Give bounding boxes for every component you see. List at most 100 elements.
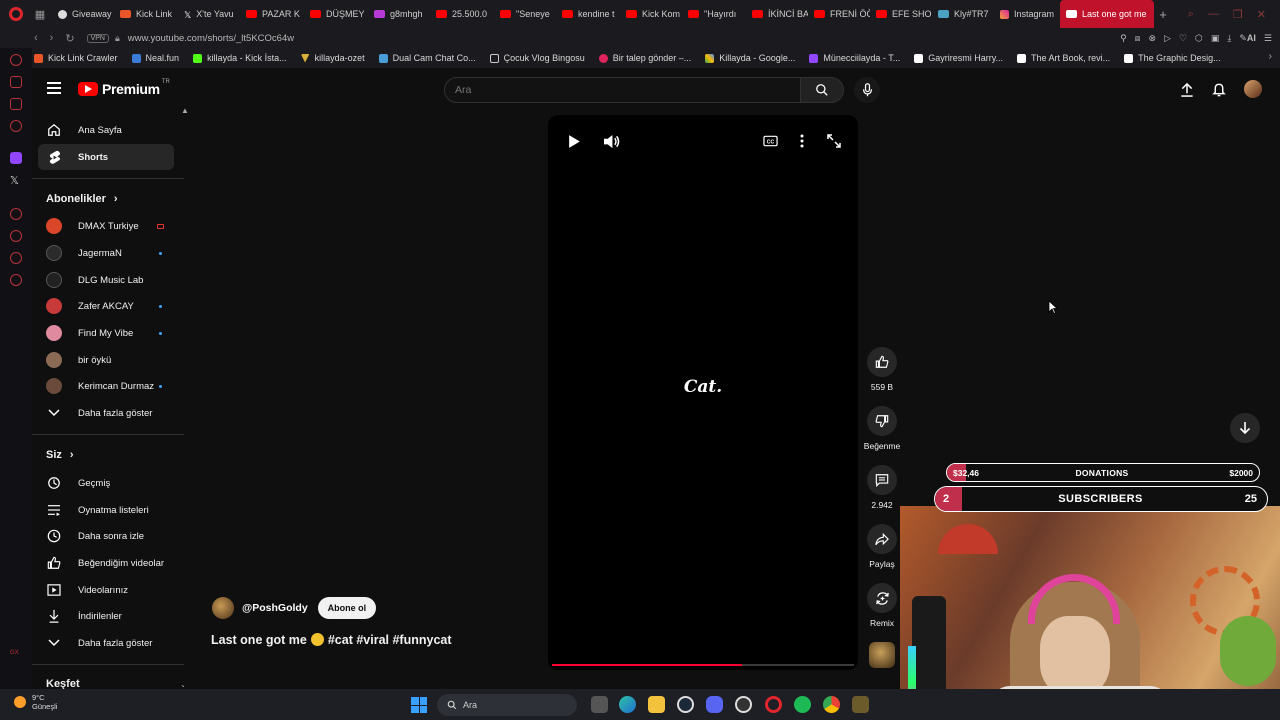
upload-icon[interactable] [1180, 82, 1194, 97]
sidebar-app-icon[interactable] [10, 252, 22, 264]
bookmarks-overflow-icon[interactable]: › [1269, 51, 1272, 62]
forward-icon[interactable]: › [50, 32, 54, 45]
discord-icon[interactable] [706, 696, 723, 713]
browser-tab[interactable]: 𝕏 X'te Yavu [178, 0, 240, 28]
browser-tab[interactable]: FRENİ ÖĞ [808, 0, 870, 28]
sidebar-item-home[interactable]: Ana Sayfa [38, 117, 174, 143]
sound-thumbnail[interactable] [869, 642, 895, 668]
sidebar-item-your-videos[interactable]: Videolarınız [38, 577, 174, 603]
sidebar-channel-dmax[interactable]: DMAX Turkiye [38, 213, 174, 239]
bookmark-item[interactable]: Killayda - Google... [705, 53, 795, 63]
sidebar-item-downloads[interactable]: İndirilenler [38, 603, 174, 629]
more-options-button[interactable] [792, 132, 812, 150]
voice-search-button[interactable] [854, 77, 880, 103]
sidebar-item-liked-videos[interactable]: Beğendiğim videolar [38, 550, 174, 576]
comments-button[interactable] [867, 465, 897, 495]
sidebar-item-watch-later[interactable]: Daha sonra izle [38, 523, 174, 549]
share-button[interactable] [867, 524, 897, 554]
remix-button[interactable] [867, 583, 897, 613]
subscribe-button[interactable]: Abone ol [317, 597, 377, 619]
fullscreen-button[interactable] [824, 132, 844, 150]
browser-tab[interactable]: 25.500.0 [430, 0, 494, 28]
back-icon[interactable]: ‹ [34, 32, 38, 45]
volume-button[interactable] [601, 132, 621, 150]
bookmark-item[interactable]: Gayriresmi Harry... [914, 53, 1003, 63]
app-icon[interactable] [852, 696, 869, 713]
browser-tab-active[interactable]: Last one got me [1060, 0, 1154, 28]
sidebar-channel-kerimcan[interactable]: Kerimcan Durmaz [38, 373, 174, 399]
sidebar-channel-biroyku[interactable]: bir öykü [38, 347, 174, 373]
sidebar-app-icon[interactable] [10, 120, 22, 132]
sidebar-app-icon[interactable] [10, 54, 22, 66]
next-short-button[interactable] [1230, 413, 1260, 443]
heart-icon[interactable]: ♡ [1179, 33, 1187, 44]
pin-icon[interactable]: ⚲ [1120, 33, 1127, 44]
sidebar-channel-findmyvibe[interactable]: Find My Vibe [38, 320, 174, 346]
menu-hamburger-icon[interactable] [47, 82, 61, 94]
sidebar-more-icon[interactable]: GX [10, 650, 22, 662]
close-window-icon[interactable]: ✕ [1257, 8, 1266, 21]
ai-button[interactable]: ✎AI [1239, 33, 1256, 44]
sidebar-app-icon[interactable] [10, 76, 22, 88]
sidebar-show-more[interactable]: Daha fazla göster [38, 400, 174, 426]
bookmark-item[interactable]: The Art Book, revi... [1017, 53, 1110, 63]
task-view-icon[interactable] [591, 696, 608, 713]
channel-avatar[interactable] [212, 597, 234, 619]
history-icon[interactable] [10, 230, 22, 242]
vpn-badge[interactable]: VPN [86, 33, 109, 43]
tab-overview-icon[interactable]: ▦ [32, 0, 48, 28]
snapshot-icon[interactable]: ⧈ [1135, 33, 1141, 44]
obs-icon[interactable] [735, 696, 752, 713]
minimize-icon[interactable]: — [1208, 8, 1219, 20]
bookmark-item[interactable]: Dual Cam Chat Co... [378, 53, 476, 63]
browser-tab[interactable]: Kick Kom [620, 0, 682, 28]
bookmark-item[interactable]: Münecciilayda - T... [809, 53, 900, 63]
browser-tab[interactable]: EFE SHO [870, 0, 932, 28]
dislike-button[interactable] [867, 406, 897, 436]
chrome-icon[interactable] [823, 696, 840, 713]
channel-name[interactable]: @PoshGoldy [242, 602, 308, 614]
sidebar-channel-jagerman[interactable]: JagermaN [38, 240, 174, 266]
browser-tab[interactable]: Instagram [994, 0, 1060, 28]
browser-tab[interactable]: "Seneye [494, 0, 556, 28]
notifications-bell-icon[interactable] [1212, 82, 1226, 97]
browser-tab[interactable]: Giveaway [52, 0, 114, 28]
play-button[interactable] [564, 132, 584, 150]
video-progress-bar[interactable] [552, 664, 854, 666]
adblock-icon[interactable]: ⊗ [1148, 33, 1156, 44]
bookmark-item[interactable]: killayda - Kick İsta... [193, 53, 287, 63]
bookmark-item[interactable]: Kick Link Crawler [34, 53, 118, 63]
settings-icon[interactable] [10, 274, 22, 286]
wallet-icon[interactable]: ▣ [1211, 33, 1220, 44]
opera-gx-icon[interactable] [765, 696, 782, 713]
weather-widget[interactable]: 9°C Güneşli [14, 693, 57, 711]
maximize-icon[interactable]: ❐ [1233, 8, 1243, 21]
sidebar-item-shorts[interactable]: Shorts [38, 144, 174, 170]
reload-icon[interactable]: ↻ [65, 32, 74, 45]
subscriptions-header[interactable]: Abonelikler › [46, 193, 118, 205]
file-explorer-icon[interactable] [648, 696, 665, 713]
youtube-premium-logo[interactable]: Premium TR [78, 79, 172, 97]
lock-icon[interactable]: 🔒︎ [115, 33, 120, 44]
spotify-icon[interactable] [794, 696, 811, 713]
taskbar-search[interactable]: Ara [437, 694, 577, 716]
browser-tab[interactable]: İKİNCİ BA [746, 0, 808, 28]
captions-button[interactable]: CC [760, 132, 780, 150]
browser-tab[interactable]: Kly#TR7 [932, 0, 994, 28]
sidebar-item-history[interactable]: Geçmiş [38, 470, 174, 496]
x-icon[interactable]: 𝕏 [10, 174, 22, 187]
menu-icon[interactable]: ☰ [1264, 33, 1272, 44]
edge-icon[interactable] [619, 696, 636, 713]
sidebar-channel-dlg[interactable]: DLG Music Lab [38, 267, 174, 293]
twitch-icon[interactable] [10, 152, 22, 164]
windows-start-icon[interactable] [411, 697, 427, 713]
sidebar-collapse-chevron-icon[interactable]: ⌄ [180, 680, 184, 689]
bookmark-item[interactable]: Bir talep gönder –... [598, 53, 691, 63]
bookmark-item[interactable]: killayda-ozet [300, 53, 365, 63]
extensions-icon[interactable]: ⬡ [1195, 33, 1203, 44]
player-icon[interactable]: ▷ [1164, 33, 1171, 44]
url-field[interactable]: www.youtube.com/shorts/_lt5KCOc64w [128, 33, 294, 44]
like-button[interactable] [867, 347, 897, 377]
opera-logo-icon[interactable] [0, 0, 32, 28]
sidebar-channel-zafer[interactable]: Zafer AKCAY [38, 293, 174, 319]
